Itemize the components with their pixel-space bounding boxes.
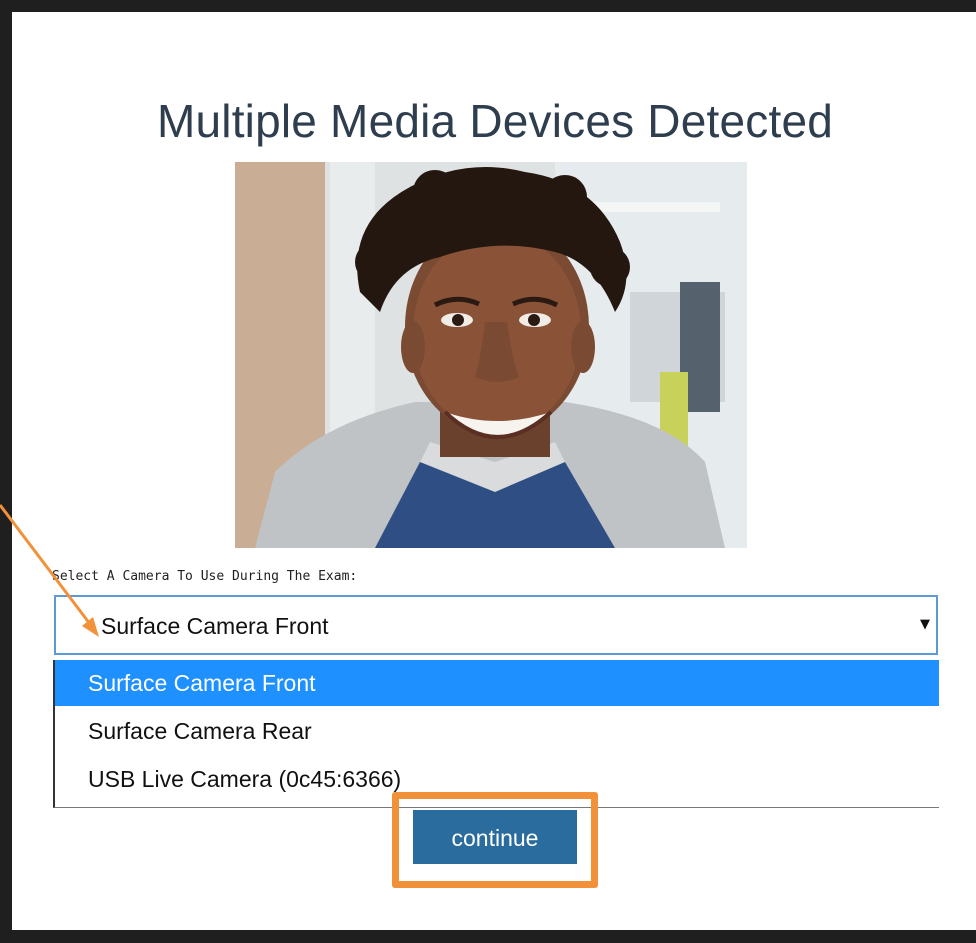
annotation-arrow bbox=[0, 504, 99, 637]
